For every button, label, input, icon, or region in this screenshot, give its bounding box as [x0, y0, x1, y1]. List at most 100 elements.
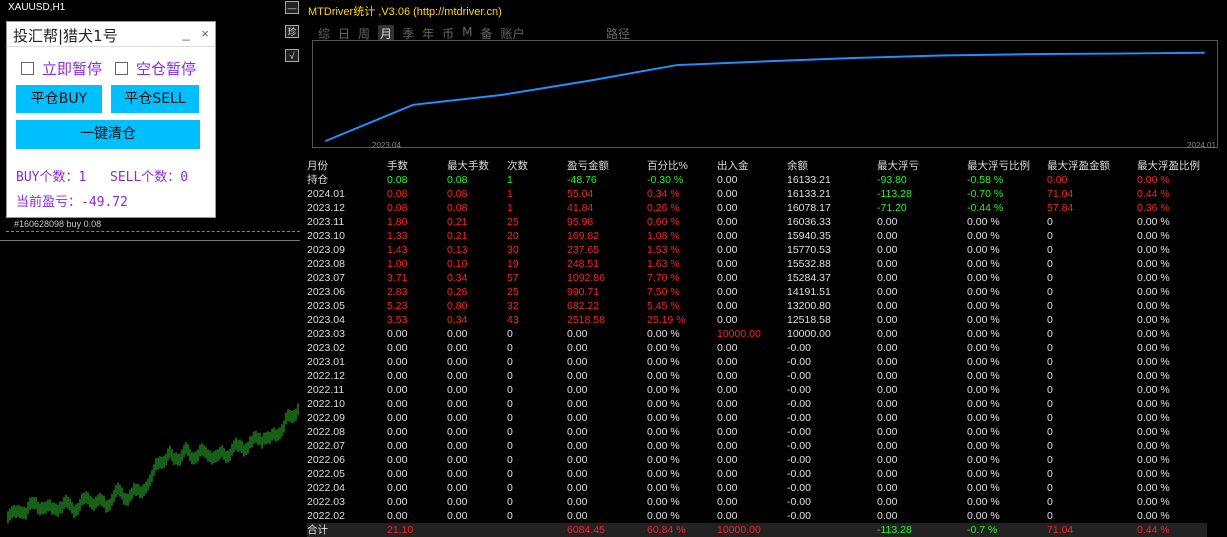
table-cell: 5.45 % [647, 299, 717, 313]
sell-count: SELL个数：0 [110, 166, 188, 185]
pause-now-checkbox[interactable]: 立即暂停 [21, 58, 102, 79]
table-cell: 0.00 [717, 355, 787, 369]
table-cell: 0.00 [717, 453, 787, 467]
table-row: 2023.09 1.43 0.13 30 237.65 1.53 % 0.00 15770.5… [307, 243, 1207, 257]
table-cell: 0.00 [447, 355, 507, 369]
close-icon[interactable]: × [201, 26, 209, 41]
close-buy-button[interactable]: 平仓BUY [16, 85, 102, 113]
table-cell: 0 [507, 327, 567, 341]
table-cell: 5.23 [387, 299, 447, 313]
table-row: 2023.04 3.53 0.34 43 2518.58 25.19 % 0.00 12518… [307, 313, 1207, 327]
minimize-icon[interactable]: _ [183, 26, 190, 41]
table-cell: 0 [1047, 341, 1137, 355]
table-cell: 0.00 % [967, 327, 1047, 341]
table-cell [447, 523, 507, 537]
table-cell: 0 [507, 369, 567, 383]
table-cell: 990.71 [567, 285, 647, 299]
table-cell: 0.00 % [967, 383, 1047, 397]
table-cell: 1 [507, 201, 567, 215]
table-cell: 0 [507, 467, 567, 481]
table-cell: 3.53 [387, 313, 447, 327]
table-cell: 25 [507, 215, 567, 229]
table-cell: 0 [1047, 271, 1137, 285]
table-row: 2023.01 0.00 0.00 0 0.00 0.00 % 0.00 -0.00 0.00 0… [307, 355, 1207, 369]
table-cell: 0.08 [387, 201, 447, 215]
table-cell: 0.00 % [647, 341, 717, 355]
table-cell: 2022.09 [307, 411, 387, 425]
close-sell-button[interactable]: 平仓SELL [111, 85, 199, 113]
table-cell: 2023.04 [307, 313, 387, 327]
table-cell: 0.00 % [1137, 229, 1207, 243]
table-cell: 0.00 [387, 369, 447, 383]
price-chart[interactable]: XAUUSD,H1 — 珍 √ #160628098 buy 0.08 投汇帮|… [0, 0, 300, 537]
table-cell: 0.00 [567, 495, 647, 509]
table-cell: 0 [1047, 215, 1137, 229]
table-cell: 0.00 % [1137, 495, 1207, 509]
table-cell: 0.00 % [967, 411, 1047, 425]
table-cell: 0 [507, 453, 567, 467]
table-cell: 1.53 % [647, 243, 717, 257]
table-cell: 0.00 % [967, 215, 1047, 229]
table-cell: 0.00 % [1137, 453, 1207, 467]
table-cell: 0.00 [717, 201, 787, 215]
table-cell: 0 [1047, 285, 1137, 299]
table-cell: -0.58 % [967, 173, 1047, 187]
table-cell: 最大浮亏比例 [967, 159, 1047, 173]
table-cell: 0.00 % [967, 481, 1047, 495]
table-cell: 0.00 [717, 215, 787, 229]
pause-empty-checkbox[interactable]: 空仓暂停 [115, 58, 196, 79]
table-cell: 0.00 % [647, 327, 717, 341]
table-cell: 0.00 % [967, 453, 1047, 467]
table-cell: -0.00 [787, 481, 877, 495]
table-cell: 12518.58 [787, 313, 877, 327]
table-cell [787, 523, 877, 537]
table-cell: 2022.03 [307, 495, 387, 509]
chart-check-button[interactable]: √ [285, 49, 299, 62]
order-line[interactable] [6, 231, 300, 232]
table-cell: 0 [1047, 369, 1137, 383]
table-cell: 0.00 [877, 229, 967, 243]
table-cell: 25.19 % [647, 313, 717, 327]
table-cell: 0.00 % [967, 509, 1047, 523]
table-cell: 0.13 [447, 243, 507, 257]
chart-minimize-button[interactable]: — [285, 1, 299, 14]
stats-panel: MTDriver统计 ,V3.06 (http://mtdriver.cn) 综… [302, 0, 1227, 537]
close-all-button[interactable]: 一键清仓 [16, 120, 200, 149]
table-cell: 2022.10 [307, 397, 387, 411]
table-cell: 2023.11 [307, 215, 387, 229]
x-start-label: 2023.04 [372, 141, 401, 150]
table-cell: 2518.58 [567, 313, 647, 327]
table-cell: 248.51 [567, 257, 647, 271]
table-cell: 0 [1047, 509, 1137, 523]
table-cell: 0.00 % [967, 243, 1047, 257]
table-cell: 0.00 % [1137, 509, 1207, 523]
table-cell: 0.00 [387, 453, 447, 467]
checkbox-icon[interactable] [115, 62, 128, 75]
table-cell: 0.00 [877, 383, 967, 397]
chart-tool-button[interactable]: 珍 [285, 25, 299, 38]
checkbox-icon[interactable] [21, 62, 34, 75]
table-cell: 0.00 [447, 439, 507, 453]
table-cell: 0.00 [387, 495, 447, 509]
table-cell: 0.00 [717, 257, 787, 271]
table-cell: -113.28 [877, 187, 967, 201]
table-cell: 21.10 [387, 523, 447, 537]
pause-now-label: 立即暂停 [42, 58, 102, 79]
table-cell: 0.08 [387, 187, 447, 201]
table-cell: 0.34 % [647, 187, 717, 201]
table-cell: 合计 [307, 523, 387, 537]
table-cell: 0.00 [717, 271, 787, 285]
table-cell: 10000.00 [717, 327, 787, 341]
table-cell: 3.71 [387, 271, 447, 285]
table-cell: 0.00 % [1137, 285, 1207, 299]
table-cell: 0.00 [717, 229, 787, 243]
table-cell: 0.00 [447, 383, 507, 397]
table-cell: 0.00 [387, 327, 447, 341]
table-cell: 0 [507, 355, 567, 369]
table-cell: -0.00 [787, 495, 877, 509]
table-cell: 0 [507, 425, 567, 439]
table-cell: 0.00 [447, 411, 507, 425]
table-cell: 0.00 % [1137, 481, 1207, 495]
table-cell: 2023.12 [307, 201, 387, 215]
table-cell: 0.00 % [967, 355, 1047, 369]
